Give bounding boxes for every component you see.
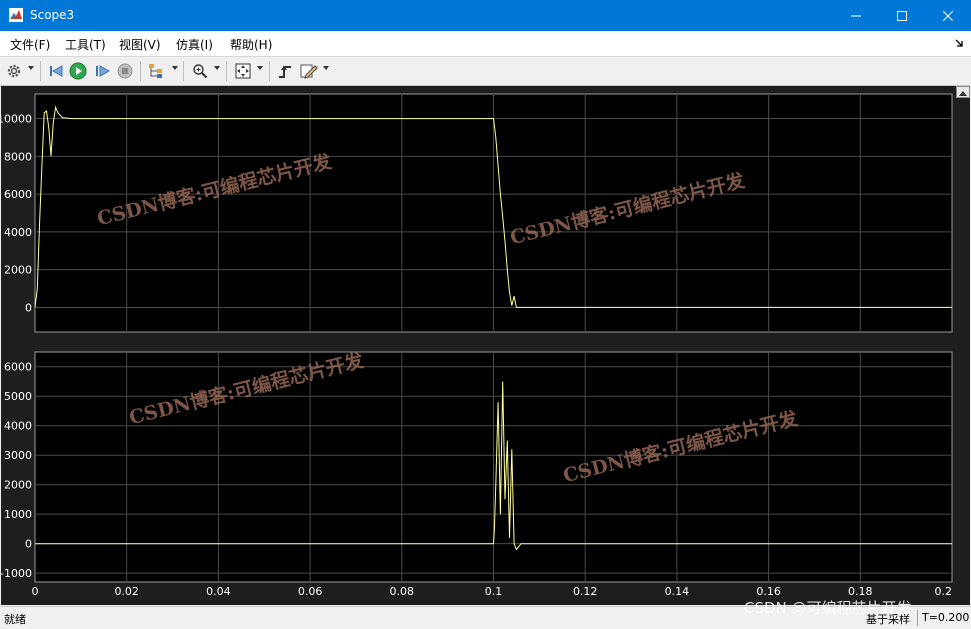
maximize-icon	[897, 10, 907, 21]
y-tick-label: 8000	[4, 150, 32, 163]
x-tick-label: 0.02	[114, 585, 139, 598]
x-tick-label: 0.14	[665, 585, 690, 598]
settings-button[interactable]	[4, 61, 24, 81]
close-button[interactable]	[925, 0, 971, 31]
stop-button[interactable]	[115, 61, 135, 81]
y-tick-label: 5000	[4, 390, 32, 403]
x-tick-label: 0.06	[298, 585, 323, 598]
csdn-watermark: CSDN @可编程芯片开发	[744, 599, 912, 617]
autoscale-button[interactable]	[233, 61, 253, 81]
autoscale-icon	[235, 63, 251, 79]
menu-dock-icon[interactable]	[955, 39, 964, 47]
style-dropdown-icon[interactable]	[323, 66, 329, 70]
run-icon	[69, 62, 87, 80]
y-tick-label: 4000	[4, 420, 32, 433]
step-forward-button[interactable]	[92, 61, 112, 81]
x-tick-label: 0.08	[390, 585, 415, 598]
x-tick-label: 0.2	[935, 585, 953, 598]
x-tick-label: 0.1	[485, 585, 503, 598]
expand-up-icon	[959, 91, 967, 96]
style-button[interactable]	[299, 61, 319, 81]
settings-dropdown-icon[interactable]	[28, 66, 34, 70]
menu-file[interactable]: 文件(F)	[10, 36, 50, 53]
y-tick-label: 6000	[4, 188, 32, 201]
x-tick-label: 0	[32, 585, 39, 598]
matlab-icon	[9, 8, 23, 22]
gear-icon	[7, 64, 21, 78]
x-tick-label: 0.12	[573, 585, 598, 598]
highlight-dropdown-icon[interactable]	[172, 66, 178, 70]
maximize-button[interactable]	[879, 0, 925, 31]
menu-view[interactable]: 视图(V)	[119, 36, 161, 53]
step-back-button[interactable]	[46, 61, 66, 81]
y-tick-label: 10000	[1, 113, 32, 126]
y-tick-label: 1000	[4, 508, 32, 521]
minimize-button[interactable]	[833, 0, 879, 31]
y-tick-label: -1000	[1, 567, 32, 580]
step-forward-icon	[96, 65, 110, 77]
menu-tools[interactable]: 工具(T)	[65, 36, 106, 53]
menu-simulation[interactable]: 仿真(I)	[176, 36, 213, 53]
zoom-in-icon	[193, 64, 208, 79]
step-back-icon	[50, 65, 63, 77]
y-tick-label: 3000	[4, 449, 32, 462]
y-tick-label: 6000	[4, 361, 32, 374]
y-tick-label: 2000	[4, 479, 32, 492]
y-tick-label: 0	[25, 301, 32, 314]
zoom-button[interactable]	[190, 61, 210, 81]
x-tick-label: 0.04	[206, 585, 231, 598]
minimize-icon	[851, 15, 861, 16]
trigger-icon	[279, 66, 291, 78]
stop-icon	[117, 63, 133, 79]
title-bar: Scope3	[0, 0, 971, 31]
autoscale-dropdown-icon[interactable]	[257, 66, 263, 70]
status-ready-text: 就绪	[4, 613, 26, 626]
run-button[interactable]	[68, 61, 88, 81]
menu-help[interactable]: 帮助(H)	[230, 36, 272, 53]
undock-button[interactable]	[956, 86, 970, 98]
triggers-button[interactable]	[275, 61, 295, 81]
highlight-block-button[interactable]	[147, 61, 167, 81]
sim-time-text: T=0.200	[922, 611, 970, 624]
pencil-edit-icon	[300, 64, 318, 79]
window-title: Scope3	[30, 8, 75, 22]
zoom-dropdown-icon[interactable]	[214, 66, 220, 70]
scope-axes[interactable]: 1000080006000400020000600050004000300020…	[1, 86, 970, 605]
close-icon	[943, 10, 953, 21]
y-tick-label: 2000	[4, 264, 32, 277]
y-tick-label: 4000	[4, 226, 32, 239]
menu-bar: 文件(F) 工具(T) 视图(V) 仿真(I) 帮助(H)	[0, 31, 971, 57]
scope-display[interactable]: 1000080006000400020000600050004000300020…	[1, 86, 970, 605]
y-tick-label: 0	[25, 538, 32, 551]
toolbar	[0, 57, 971, 86]
signal-tree-icon	[149, 64, 162, 78]
